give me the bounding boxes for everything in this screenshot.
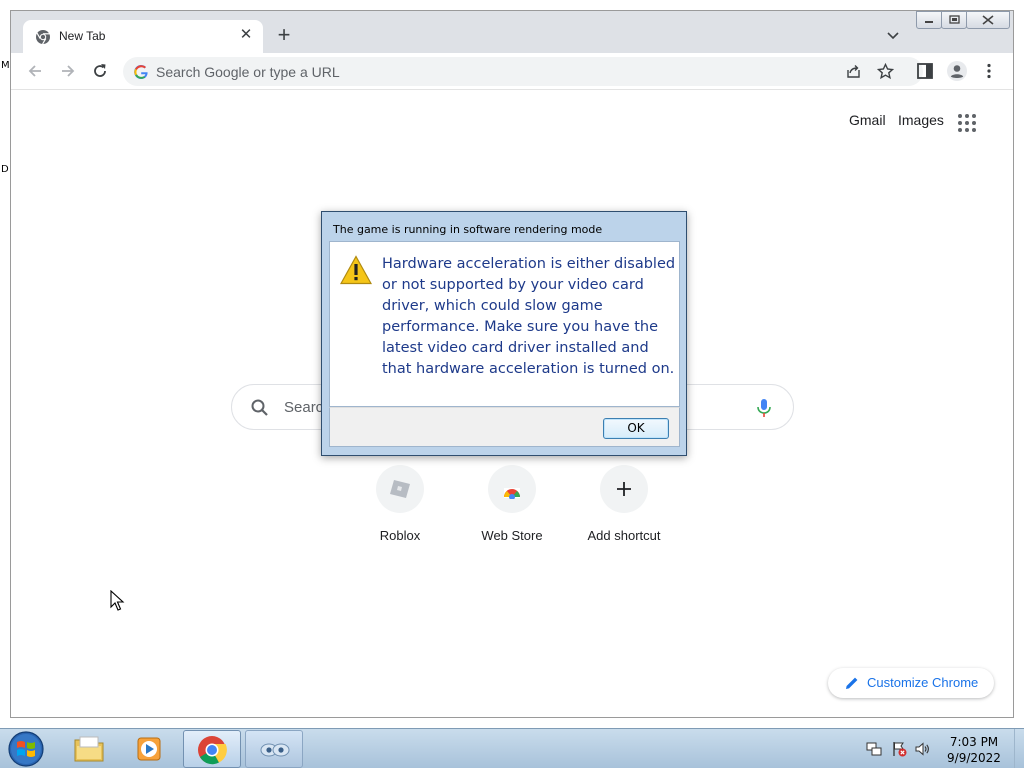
pencil-icon [846, 677, 858, 689]
tab-strip: New Tab ✕ + [11, 11, 1013, 53]
chrome-icon [36, 30, 50, 45]
gmail-link[interactable]: Gmail [849, 112, 886, 128]
taskbar-explorer[interactable] [60, 730, 118, 768]
reload-icon[interactable] [90, 61, 110, 81]
close-icon [982, 15, 994, 25]
desktop-edge: M D [0, 0, 10, 728]
shortcut-tile [600, 465, 648, 513]
clock-time: 7:03 PM [949, 735, 999, 749]
customize-chrome-label: Customize Chrome [867, 675, 979, 690]
windows-start-orb-icon [8, 731, 44, 767]
desktop-icon-label[interactable]: M [1, 60, 10, 71]
action-center-flag-icon[interactable] [891, 741, 907, 757]
minimize-button[interactable] [916, 11, 942, 29]
taskbar-media-player[interactable] [121, 730, 179, 768]
shortcut-tile [376, 465, 424, 513]
dialog-message: Hardware acceleration is either disabled… [382, 256, 676, 377]
shortcut-label: Web Store [481, 528, 543, 543]
share-icon[interactable] [845, 63, 862, 80]
tab-title: New Tab [59, 29, 106, 43]
media-player-icon [137, 737, 161, 761]
volume-icon[interactable] [914, 741, 930, 757]
network-icon[interactable] [866, 741, 882, 757]
window-controls [916, 11, 1012, 29]
roblox-icon [390, 480, 410, 498]
shortcut-add[interactable]: Add shortcut [568, 465, 680, 553]
shortcut-web-store[interactable]: Web Store [456, 465, 568, 553]
search-icon [251, 399, 268, 416]
restore-icon [949, 15, 960, 24]
side-panel-icon[interactable] [915, 61, 935, 81]
tab-close-icon[interactable]: ✕ [237, 26, 255, 44]
ntp-search-placeholder: Searc [284, 399, 324, 416]
taskbar-game-app[interactable] [245, 730, 303, 768]
shortcut-tile [488, 465, 536, 513]
images-link[interactable]: Images [898, 112, 944, 128]
warning-dialog: The game is running in software renderin… [321, 211, 687, 456]
restore-button[interactable] [941, 11, 967, 29]
desktop-icon-label[interactable]: D [1, 164, 9, 175]
microphone-icon[interactable] [754, 397, 774, 419]
profile-avatar-icon[interactable] [946, 60, 968, 82]
plus-icon [617, 482, 631, 496]
shortcut-label: Add shortcut [587, 528, 661, 543]
shortcut-label: Roblox [379, 528, 421, 543]
google-apps-icon[interactable] [957, 113, 977, 133]
dialog-title: The game is running in software renderin… [333, 223, 603, 236]
web-store-icon [504, 488, 520, 499]
bookmark-star-icon[interactable] [877, 63, 894, 80]
new-tab-button[interactable]: + [273, 24, 295, 47]
dialog-footer: OK [329, 407, 680, 447]
address-bar[interactable]: Search Google or type a URL [123, 57, 923, 86]
show-desktop-button[interactable] [1014, 729, 1024, 768]
system-clock[interactable]: 7:03 PM 9/9/2022 [940, 734, 1008, 766]
address-bar-placeholder: Search Google or type a URL [156, 64, 340, 80]
tab-search-icon[interactable] [885, 27, 901, 43]
folder-icon [74, 736, 104, 762]
minimize-icon [925, 21, 933, 23]
shortcut-roblox[interactable]: Roblox [344, 465, 456, 553]
game-app-icon [260, 743, 290, 757]
dialog-body: Hardware acceleration is either disabled… [329, 241, 680, 407]
taskbar: 7:03 PM 9/9/2022 [0, 728, 1024, 768]
back-arrow-icon[interactable] [25, 61, 45, 81]
mouse-cursor-icon [110, 590, 125, 611]
ok-button[interactable]: OK [603, 418, 669, 439]
warning-icon [340, 255, 372, 285]
google-g-icon [134, 65, 148, 80]
browser-toolbar: Search Google or type a URL [11, 53, 1013, 90]
chrome-icon [198, 736, 227, 765]
clock-date: 9/9/2022 [947, 751, 1001, 765]
forward-arrow-icon[interactable] [58, 61, 78, 81]
start-button[interactable] [6, 730, 46, 768]
more-menu-icon[interactable] [979, 61, 999, 81]
close-window-button[interactable] [966, 11, 1010, 29]
tab-new-tab[interactable]: New Tab ✕ [23, 20, 263, 53]
customize-chrome-button[interactable]: Customize Chrome [828, 668, 994, 698]
taskbar-chrome[interactable] [183, 730, 241, 768]
